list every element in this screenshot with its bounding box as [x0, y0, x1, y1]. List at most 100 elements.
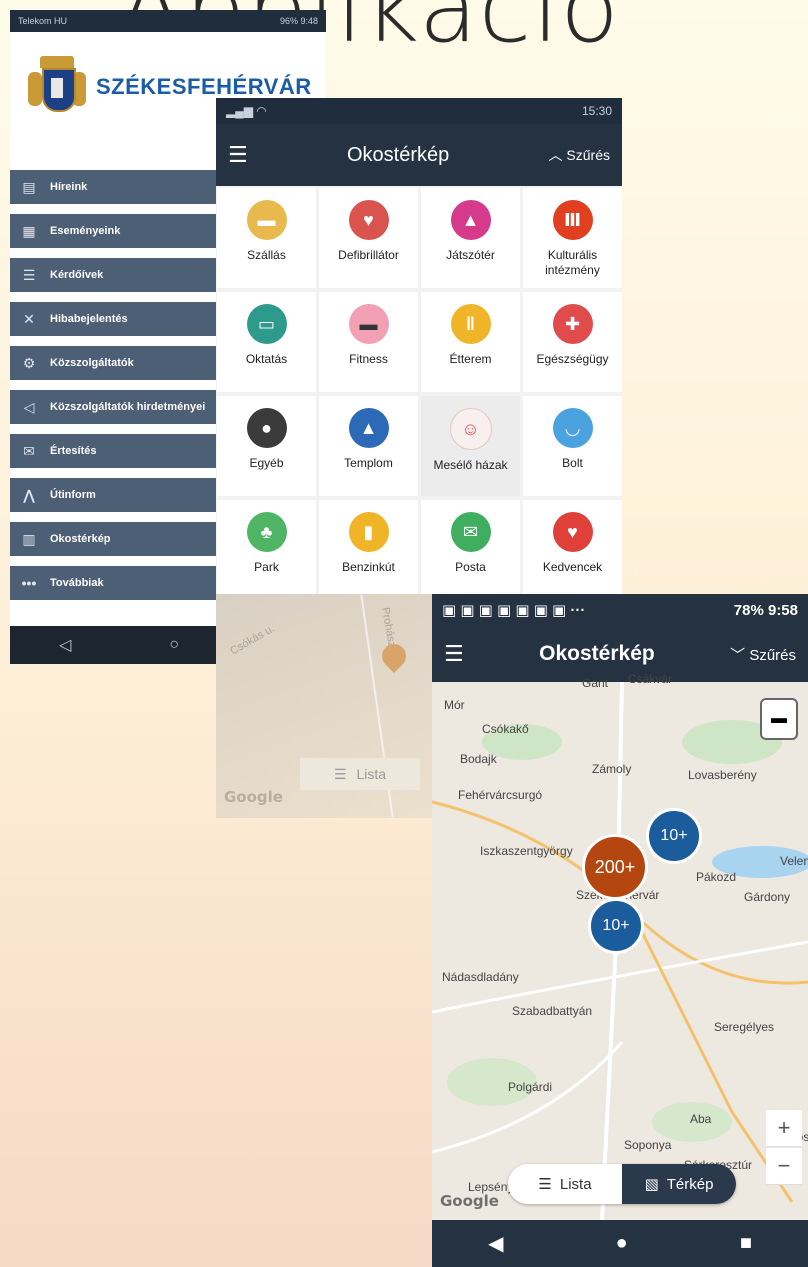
category-grid: ▬ Szállás ♥ Defibrillátor ▲ Játszótér Ⅲ Kult… [216, 186, 622, 600]
bed-icon: ▬ [246, 200, 287, 240]
museum-icon: Ⅲ [552, 200, 593, 240]
category-posta[interactable]: ✉ Posta [421, 500, 520, 600]
phone-map-screen: ▣ ▣ ▣ ▣ ▣ ▣ ▣ ··· 78% 9:58 ☰ Okostérkép … [432, 594, 808, 1267]
category-egyeb[interactable]: ● Egyéb [217, 396, 316, 496]
recents-icon[interactable]: ■ [740, 1232, 752, 1255]
home-icon[interactable]: ● [616, 1232, 628, 1255]
category-defibrillator[interactable]: ♥ Defibrillátor [319, 188, 418, 288]
gears-icon: ⚙ [22, 354, 36, 371]
heart-pulse-icon: ♥ [348, 200, 389, 240]
calendar-icon: ▦ [22, 222, 36, 239]
category-label: Fitness [349, 352, 388, 366]
category-kedvencek[interactable]: ♥ Kedvencek [523, 500, 622, 600]
category-jatszoter[interactable]: ▲ Játszótér [421, 188, 520, 288]
menu-item-label: Híreink [50, 181, 88, 193]
map-tab[interactable]: ▧ Térkép [622, 1164, 736, 1204]
list-label: Lista [559, 1175, 592, 1193]
list-label: Lista [356, 766, 387, 782]
menu-item-label: Közszolgáltatók [50, 357, 134, 369]
category-label: Egészségügy [536, 352, 609, 366]
place-label: Soponya [624, 1138, 672, 1152]
place-label: Zámoly [592, 762, 632, 776]
menu-item-label: Útinform [50, 489, 96, 501]
back-icon[interactable]: ◀ [488, 1231, 503, 1256]
list-toggle-button[interactable]: ☰ Lista [300, 758, 420, 790]
menu-item-label: Kérdőívek [50, 269, 104, 281]
signal-icon: ▂▄▆ ◠ [226, 104, 267, 118]
category-label: Defibrillátor [338, 248, 399, 262]
view-toggle: ☰ Lista ▧ Térkép [508, 1164, 736, 1204]
dots-icon: ••• [21, 575, 37, 591]
chevron-up-icon: ︿ [548, 147, 567, 163]
place-label: Fehérvárcsurgó [458, 788, 543, 802]
place-label: Mór [444, 698, 465, 712]
map-cluster[interactable]: 10+ [646, 808, 702, 864]
category-meselo-hazak[interactable]: ☺ Mesélő házak [421, 396, 520, 496]
menu-item-label: Hibabejelentés [50, 313, 128, 325]
category-benzinkut[interactable]: ▮ Benzinkút [319, 500, 418, 600]
category-label: Szállás [247, 248, 286, 262]
place-label: Seregélyes [714, 1020, 775, 1034]
other-icon: ● [246, 408, 287, 448]
road-icon: ⋀ [23, 486, 35, 503]
place-label: Velen [780, 854, 808, 868]
zoom-in-button[interactable]: + [766, 1110, 802, 1147]
page-title: Okostérkép [539, 642, 655, 665]
category-templom[interactable]: ▲ Templom [319, 396, 418, 496]
category-label: Bolt [562, 456, 583, 470]
face-icon: ☺ [449, 408, 492, 450]
google-logo: Google [440, 1192, 499, 1210]
category-fitness[interactable]: ▬ Fitness [319, 292, 418, 392]
category-kulturalis[interactable]: Ⅲ Kulturális intézmény [523, 188, 622, 288]
chevron-down-icon: ﹀ [730, 646, 750, 664]
book-icon: ▭ [246, 304, 287, 344]
category-oktatas[interactable]: ▭ Oktatás [217, 292, 316, 392]
list-tab[interactable]: ☰ Lista [508, 1164, 622, 1204]
battery-time: 78% 9:58 [733, 601, 798, 619]
zoom-out-button[interactable]: − [766, 1148, 802, 1185]
category-label: Kedvencek [542, 560, 603, 574]
category-etterem[interactable]: ǁ Étterem [421, 292, 520, 392]
category-szallas[interactable]: ▬ Szállás [217, 188, 316, 288]
tree-icon: ♣ [246, 512, 287, 552]
carrier-label: Telekom HU [18, 16, 68, 26]
menu-item-label: Okostérkép [50, 533, 111, 545]
home-icon[interactable]: ○ [169, 636, 179, 654]
hamburger-menu-icon[interactable]: ☰ [228, 142, 248, 168]
place-label: Pákozd [696, 870, 737, 884]
place-label: Gárdony [744, 890, 791, 904]
hamburger-menu-icon[interactable]: ☰ [444, 641, 464, 667]
category-label: Játszótér [446, 248, 495, 262]
category-label: Posta [455, 560, 486, 574]
map-label: Térkép [666, 1175, 714, 1193]
category-park[interactable]: ♣ Park [217, 500, 316, 600]
envelope-icon: ✉ [450, 512, 491, 552]
place-label: Polgárdi [508, 1080, 553, 1094]
filter-button[interactable]: ︿ Szűrés [549, 145, 610, 165]
card-icon[interactable]: ▬ [760, 698, 798, 740]
place-label: Nádasdladány [442, 970, 519, 984]
category-label: Templom [344, 456, 393, 470]
map-cluster[interactable]: 10+ [588, 898, 644, 954]
category-label: Oktatás [245, 352, 288, 366]
status-bar: ▣ ▣ ▣ ▣ ▣ ▣ ▣ ··· 78% 9:58 [432, 594, 808, 626]
dumbbell-icon: ▬ [348, 304, 389, 344]
menu-item-label: Közszolgáltatók hirdetményei [50, 401, 206, 413]
place-label: Iszkaszentgyörgy [480, 844, 573, 858]
back-icon[interactable]: ◁ [59, 635, 71, 655]
map-cluster[interactable]: 200+ [582, 834, 648, 900]
city-name: SZÉKESFEHÉRVÁR [96, 74, 312, 99]
category-label: Park [254, 560, 279, 574]
filter-label: Szűrés [566, 147, 610, 163]
menu-item-label: Eseményeink [50, 225, 121, 237]
notification-icons: ▣ ▣ ▣ ▣ ▣ ▣ ▣ ··· [442, 602, 586, 619]
map-pin-icon[interactable] [377, 639, 411, 673]
filter-button[interactable]: ﹀ Szűrés [730, 644, 796, 665]
place-label: Bodajk [460, 752, 497, 766]
google-logo: Google [224, 788, 283, 806]
map-view[interactable]: Gant Csákvár Mór Csókakő Bodajk Zámoly L… [432, 672, 808, 1220]
fuel-icon: ▮ [348, 512, 389, 552]
app-header: ☰ Okostérkép ︿ Szűrés [216, 124, 622, 186]
category-egeszsegugy[interactable]: ✚ Egészségügy [523, 292, 622, 392]
category-bolt[interactable]: ◡ Bolt [523, 396, 622, 496]
